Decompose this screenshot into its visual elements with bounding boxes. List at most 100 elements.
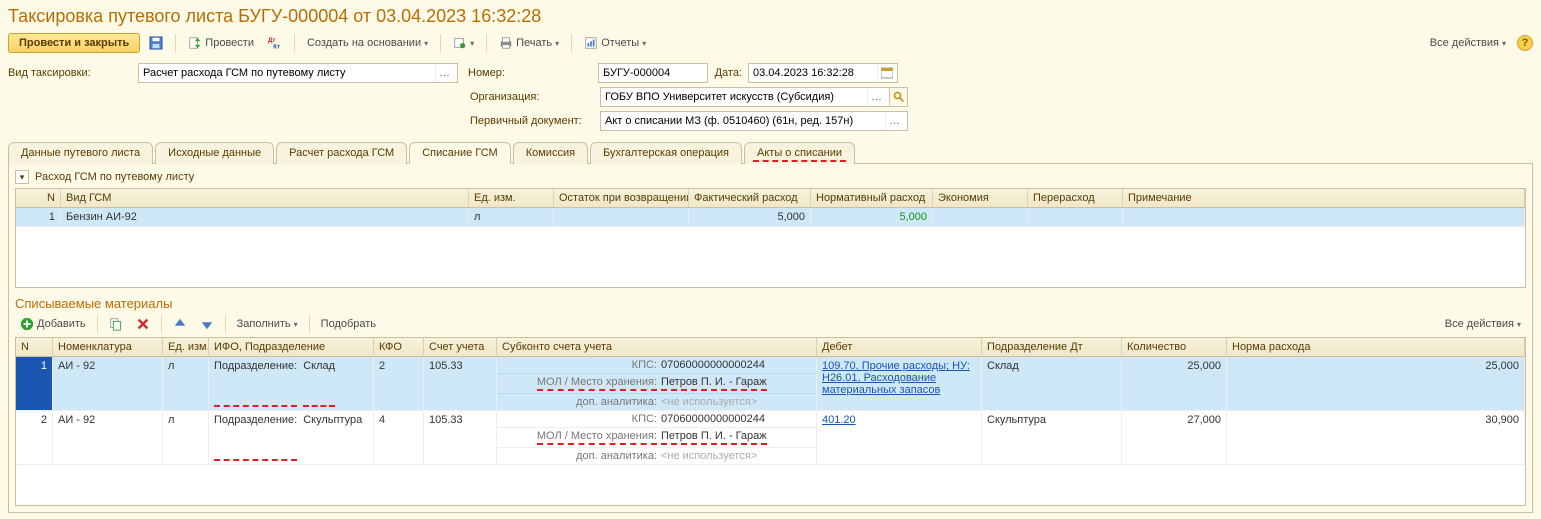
copy-row-button[interactable] bbox=[104, 315, 128, 333]
tab-bar: Данные путевого листа Исходные данные Ра… bbox=[8, 141, 1533, 164]
col-ifo[interactable]: ИФО, Подразделение bbox=[209, 338, 374, 356]
arrow-down-icon bbox=[200, 317, 214, 331]
section-fuel-consumption-title: Расход ГСМ по путевому листу bbox=[35, 171, 194, 183]
date-input[interactable] bbox=[749, 67, 877, 79]
delete-x-icon bbox=[136, 317, 150, 331]
fill-button[interactable]: Заполнить ▾ bbox=[232, 316, 303, 332]
floppy-icon bbox=[149, 36, 163, 50]
col-kfo[interactable]: КФО bbox=[374, 338, 424, 356]
date-label: Дата: bbox=[708, 67, 748, 79]
ellipsis-button[interactable]: … bbox=[435, 64, 453, 82]
table-row[interactable]: 2 АИ - 92 л Подразделение: Скульптура 4 … bbox=[16, 411, 1525, 465]
create-based-on-button[interactable]: Создать на основании ▾ bbox=[302, 35, 433, 51]
department-label: Подразделение: bbox=[214, 414, 297, 461]
calendar-button[interactable] bbox=[877, 64, 895, 82]
post-and-close-button[interactable]: Провести и закрыть bbox=[8, 33, 140, 53]
printer-icon bbox=[499, 36, 513, 50]
col-unit[interactable]: Ед. изм. bbox=[469, 189, 554, 207]
materials-all-actions-button[interactable]: Все действия ▾ bbox=[1440, 316, 1526, 332]
organization-label: Организация: bbox=[470, 91, 600, 103]
chevron-down-icon: ▾ bbox=[1517, 320, 1521, 329]
tab-trip-sheet-data[interactable]: Данные путевого листа bbox=[8, 142, 153, 164]
col-note[interactable]: Примечание bbox=[1123, 189, 1525, 207]
col-unit[interactable]: Ед. изм. bbox=[163, 338, 209, 356]
help-button[interactable]: ? bbox=[1517, 35, 1533, 51]
reports-button[interactable]: Отчеты ▾ bbox=[579, 34, 651, 52]
chevron-down-icon: ▾ bbox=[470, 39, 474, 48]
org-search-button[interactable] bbox=[890, 87, 908, 107]
move-down-button[interactable] bbox=[195, 315, 219, 333]
department-value: Склад bbox=[303, 360, 335, 407]
number-label: Номер: bbox=[468, 67, 598, 79]
tab-accounting-op[interactable]: Бухгалтерская операция bbox=[590, 142, 742, 164]
collapse-button[interactable]: ▾ bbox=[15, 170, 29, 184]
ellipsis-button[interactable]: … bbox=[885, 112, 903, 130]
calendar-icon bbox=[881, 67, 893, 79]
col-debit[interactable]: Дебет bbox=[817, 338, 982, 356]
delete-row-button[interactable] bbox=[131, 315, 155, 333]
plus-circle-icon bbox=[20, 317, 34, 331]
tab-writeoff-acts[interactable]: Акты о списании bbox=[744, 142, 855, 164]
magnifier-icon bbox=[893, 91, 905, 103]
ellipsis-button[interactable]: … bbox=[867, 88, 885, 106]
debit-link[interactable]: 109.70, Прочие расходы; НУ: Н26.01, Расх… bbox=[822, 360, 970, 396]
save-button[interactable] bbox=[144, 34, 168, 52]
fuel-consumption-grid[interactable]: N Вид ГСМ Ед. изм. Остаток при возвращен… bbox=[15, 188, 1526, 288]
attach-button[interactable]: ▾ bbox=[448, 34, 479, 52]
col-economy[interactable]: Экономия bbox=[933, 189, 1028, 207]
all-actions-button[interactable]: Все действия ▾ bbox=[1425, 35, 1511, 51]
col-account[interactable]: Счет учета bbox=[424, 338, 497, 356]
col-remain[interactable]: Остаток при возвращении bbox=[554, 189, 689, 207]
select-button[interactable]: Подобрать bbox=[316, 316, 381, 332]
section-materials-title: Списываемые материалы bbox=[15, 296, 1526, 311]
chevron-down-icon: ▾ bbox=[424, 39, 428, 48]
tab-fuel-calc[interactable]: Расчет расхода ГСМ bbox=[276, 142, 407, 164]
taxing-type-input[interactable] bbox=[139, 67, 435, 79]
chevron-down-icon: ▾ bbox=[1502, 39, 1506, 48]
copy-icon bbox=[109, 317, 123, 331]
department-label: Подразделение: bbox=[214, 360, 297, 407]
col-consumption-norm[interactable]: Норма расхода bbox=[1227, 338, 1525, 356]
arrow-up-icon bbox=[173, 317, 187, 331]
table-row[interactable]: 1 АИ - 92 л Подразделение: Склад 2 105.3… bbox=[16, 357, 1525, 411]
dt-kt-button[interactable]: ДтКт bbox=[263, 34, 287, 52]
form-fields: Вид таксировки: … Номер: Дата: Организац… bbox=[8, 63, 1533, 131]
add-row-button[interactable]: Добавить bbox=[15, 315, 91, 333]
col-overspend[interactable]: Перерасход bbox=[1028, 189, 1123, 207]
post-button[interactable]: Провести bbox=[183, 34, 259, 52]
department-value: Скульптура bbox=[303, 414, 362, 461]
debit-link[interactable]: 401.20 bbox=[822, 414, 856, 426]
chevron-down-icon: ▾ bbox=[642, 39, 646, 48]
print-button[interactable]: Печать ▾ bbox=[494, 34, 564, 52]
tab-commission[interactable]: Комиссия bbox=[513, 142, 588, 164]
primary-doc-label: Первичный документ: bbox=[470, 115, 600, 127]
post-icon bbox=[188, 36, 202, 50]
chevron-down-icon: ▾ bbox=[555, 39, 559, 48]
col-fuel-type[interactable]: Вид ГСМ bbox=[61, 189, 469, 207]
col-department-dt[interactable]: Подразделение Дт bbox=[982, 338, 1122, 356]
col-quantity[interactable]: Количество bbox=[1122, 338, 1227, 356]
move-up-button[interactable] bbox=[168, 315, 192, 333]
chevron-down-icon: ▾ bbox=[294, 320, 298, 329]
col-n[interactable]: N bbox=[16, 189, 61, 207]
col-normative[interactable]: Нормативный расход bbox=[811, 189, 933, 207]
tab-source-data[interactable]: Исходные данные bbox=[155, 142, 274, 164]
page-title: Таксировка путевого листа БУГУ-000004 от… bbox=[8, 6, 1533, 27]
col-n[interactable]: N bbox=[16, 338, 53, 356]
materials-grid[interactable]: N Номенклатура Ед. изм. ИФО, Подразделен… bbox=[15, 337, 1526, 506]
attach-icon bbox=[453, 36, 467, 50]
tab-panel: ▾ Расход ГСМ по путевому листу N Вид ГСМ… bbox=[8, 164, 1533, 513]
taxing-type-label: Вид таксировки: bbox=[8, 67, 138, 79]
number-input[interactable] bbox=[599, 67, 703, 79]
col-subconto[interactable]: Субконто счета учета bbox=[497, 338, 817, 356]
col-nomenclature[interactable]: Номенклатура bbox=[53, 338, 163, 356]
report-icon bbox=[584, 36, 598, 50]
col-actual[interactable]: Фактический расход bbox=[689, 189, 811, 207]
table-row[interactable]: 1 Бензин АИ-92 л 5,000 5,000 bbox=[16, 208, 1525, 227]
tab-fuel-writeoff[interactable]: Списание ГСМ bbox=[409, 142, 511, 164]
materials-toolbar: Добавить Заполнить ▾ Подобрать bbox=[15, 315, 1526, 333]
main-toolbar: Провести и закрыть Провести ДтКт Создать… bbox=[8, 33, 1533, 53]
svg-text:Кт: Кт bbox=[273, 43, 280, 50]
primary-doc-input[interactable] bbox=[601, 115, 885, 127]
organization-input[interactable] bbox=[601, 91, 867, 103]
